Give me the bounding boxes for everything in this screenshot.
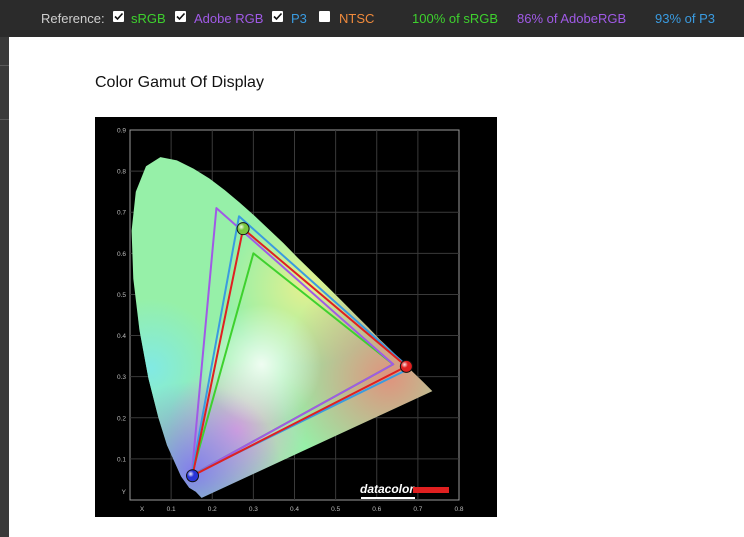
p3-option-label[interactable]: P3 bbox=[291, 11, 307, 26]
y-tick-label: 0.8 bbox=[117, 169, 126, 176]
srgb-option-label[interactable]: sRGB bbox=[131, 11, 166, 26]
checkmark-icon bbox=[176, 12, 186, 21]
y-tick-label: 0.4 bbox=[117, 333, 126, 340]
y-tick-label: 0.7 bbox=[117, 210, 126, 217]
ntsc-option-label[interactable]: NTSC bbox=[339, 11, 374, 26]
datacolor-logo: datacolor bbox=[360, 482, 449, 499]
x-tick-label: 0.2 bbox=[208, 506, 217, 513]
y-tick-label: 0.5 bbox=[117, 292, 126, 299]
x-tick-label: 0.6 bbox=[372, 506, 381, 513]
y-tick-label: 0.2 bbox=[117, 415, 126, 422]
adobergb-coverage-text: 86% of AdobeRGB bbox=[517, 11, 627, 26]
x-tick-label: 0.5 bbox=[331, 506, 340, 513]
p3-checkbox[interactable] bbox=[272, 11, 283, 22]
y-tick-label: 0.9 bbox=[117, 128, 126, 135]
left-panel-edge bbox=[0, 37, 9, 537]
gamut-chart-svg: 0.1 0.2 0.3 0.4 0.5 0.6 0.7 0.8 0.9 0.1 0.2 0.3 0.4 0… bbox=[117, 128, 464, 513]
gamut-chart: 0.1 0.2 0.3 0.4 0.5 0.6 0.7 0.8 0.9 0.1 0.2 0.3 0.4 0… bbox=[95, 117, 497, 517]
adobe-rgb-option-label[interactable]: Adobe RGB bbox=[194, 11, 263, 26]
y-tick-label: 0.3 bbox=[117, 374, 126, 381]
p3-coverage-text: 93% of P3 bbox=[655, 11, 715, 26]
x-tick-label: 0.7 bbox=[413, 506, 422, 513]
x-tick-label: 0.1 bbox=[167, 506, 176, 513]
primary-marker-red bbox=[399, 359, 413, 373]
x-tick-label: 0.8 bbox=[454, 506, 463, 513]
ntsc-checkbox[interactable] bbox=[319, 11, 330, 22]
y-tick-label: 0.1 bbox=[117, 456, 126, 463]
adobe-rgb-checkbox[interactable] bbox=[175, 11, 186, 22]
y-axis-letter: Y bbox=[122, 489, 127, 496]
datacolor-brand-text: datacolor bbox=[360, 482, 415, 496]
x-tick-label: 0.3 bbox=[249, 506, 258, 513]
y-tick-label: 0.6 bbox=[117, 251, 126, 258]
checkmark-icon bbox=[114, 12, 124, 21]
srgb-coverage-text: 100% of sRGB bbox=[412, 11, 498, 26]
x-axis-letter: X bbox=[140, 506, 145, 513]
srgb-checkbox[interactable] bbox=[113, 11, 124, 22]
reference-label: Reference: bbox=[41, 11, 105, 26]
checkmark-icon bbox=[273, 12, 283, 21]
page-title: Color Gamut Of Display bbox=[95, 74, 264, 91]
primary-marker-blue bbox=[186, 469, 200, 483]
x-tick-label: 0.4 bbox=[290, 506, 299, 513]
primary-marker-green bbox=[236, 222, 250, 236]
reference-toolbar: Reference: sRGB Adobe RGB P3 NTSC 100% o… bbox=[0, 0, 744, 37]
